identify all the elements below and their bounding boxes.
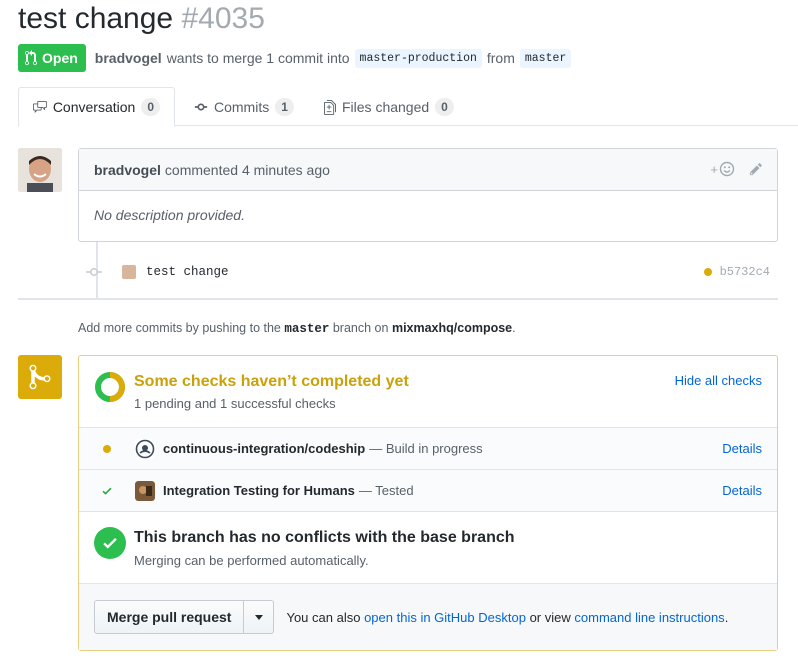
merge-button-group: Merge pull request — [94, 600, 275, 634]
push-hint-repo: mixmaxhq/compose — [391, 321, 513, 335]
tab-conversation-count: 0 — [141, 98, 160, 116]
tab-commits-label: Commits — [214, 99, 270, 115]
comment-timestamp[interactable]: commented 4 minutes ago — [165, 162, 330, 178]
commit-sha[interactable]: b5732c4 — [720, 265, 770, 279]
push-hint-prefix: Add more commits by pushing to the — [78, 321, 281, 335]
add-reaction-plus: + — [710, 161, 718, 177]
state-label: Open — [42, 50, 78, 66]
check-icon — [102, 487, 112, 495]
push-hint-middle: branch on — [332, 321, 389, 335]
comment-box: bradvogel commented 4 minutes ago + No d… — [78, 148, 778, 242]
check-status — [79, 485, 135, 497]
check-desc: — Build in progress — [369, 441, 483, 456]
pr-number: #4035 — [181, 2, 265, 35]
comment-body: No description provided. — [94, 207, 245, 223]
tab-files-changed[interactable]: Files changed 0 — [310, 87, 468, 127]
caret-down-icon — [254, 614, 263, 620]
add-reaction-button[interactable]: + — [710, 161, 735, 177]
comment-author[interactable]: bradvogel — [94, 162, 161, 178]
merge-method-dropdown-button[interactable] — [244, 600, 275, 634]
comment-discussion-icon — [33, 100, 47, 114]
pr-author-link[interactable]: bradvogel — [95, 50, 162, 66]
check-name: continuous-integration/codeship — [163, 441, 366, 456]
push-hint: Add more commits by pushing to the maste… — [78, 321, 516, 336]
tab-conversation[interactable]: Conversation 0 — [18, 87, 175, 127]
git-commit-icon — [194, 103, 208, 111]
commit-sha-wrap: b5732c4 — [703, 265, 770, 279]
check-row: Integration Testing for Humans — Tested … — [79, 470, 777, 512]
pr-title-text: test change — [18, 2, 174, 35]
checks-subtitle: 1 pending and 1 successful checks — [134, 396, 336, 411]
checks-header: Some checks haven’t completed yet 1 pend… — [79, 356, 777, 428]
head-branch[interactable]: master — [519, 48, 572, 68]
no-conflicts-check-icon — [94, 527, 126, 559]
check-status — [79, 444, 135, 453]
merge-actions: Merge pull request You can also open thi… — [79, 584, 777, 650]
pr-meta: Open bradvogel wants to merge 1 commit i… — [18, 44, 572, 72]
pending-dot-icon — [103, 444, 111, 453]
pencil-edit-icon[interactable] — [749, 162, 763, 176]
conflicts-section: This branch has no conflicts with the ba… — [79, 512, 777, 584]
commit-message[interactable]: test change — [146, 265, 229, 279]
integration-testing-avatar-icon — [135, 480, 155, 501]
open-github-desktop-link[interactable]: open this in GitHub Desktop — [364, 610, 526, 625]
pr-tabs: Conversation 0 Commits 1 Files changed 0 — [18, 87, 798, 127]
conflicts-subtitle: Merging can be performed automatically. — [134, 553, 369, 568]
checks-title: Some checks haven’t completed yet — [134, 373, 409, 390]
merge-alternatives: You can also open this in GitHub Desktop… — [286, 610, 728, 625]
also-prefix: You can also — [286, 609, 361, 625]
check-desc: — Tested — [358, 483, 414, 498]
commit-author-avatar[interactable] — [122, 265, 136, 279]
pr-title: test change #4035 — [18, 0, 265, 38]
from-text: from — [486, 50, 515, 66]
author-avatar[interactable] — [18, 148, 62, 192]
base-branch[interactable]: master-production — [354, 48, 482, 68]
conflicts-title: This branch has no conflicts with the ba… — [134, 529, 515, 546]
tab-conversation-label: Conversation — [52, 99, 136, 115]
pull-request-icon — [25, 50, 37, 66]
push-hint-suffix: . — [512, 321, 516, 335]
hide-all-checks-link[interactable]: Hide all checks — [675, 373, 762, 388]
git-merge-icon — [29, 364, 51, 390]
pending-status-dot[interactable] — [703, 268, 712, 276]
merge-box: Some checks haven’t completed yet 1 pend… — [78, 355, 778, 651]
commit-node-icon — [86, 268, 102, 276]
merge-pull-request-button[interactable]: Merge pull request — [94, 600, 245, 634]
checks-progress-ring-icon — [95, 372, 125, 402]
command-line-instructions-link[interactable]: command line instructions — [574, 610, 724, 625]
or-view-text: or view — [529, 609, 571, 625]
wants-text: wants to merge 1 commit into — [166, 50, 350, 66]
tab-commits[interactable]: Commits 1 — [180, 87, 308, 127]
timeline-divider — [18, 298, 778, 300]
merge-summary: bradvogel wants to merge 1 commit into m… — [95, 48, 572, 68]
file-diff-icon — [324, 99, 336, 115]
avatar-portrait — [18, 148, 62, 192]
check-details-link[interactable]: Details — [722, 441, 762, 456]
check-name: Integration Testing for Humans — [163, 483, 355, 498]
merge-status-icon-box — [18, 355, 62, 399]
check-details-link[interactable]: Details — [722, 483, 762, 498]
tab-commits-count: 1 — [275, 98, 294, 116]
commit-item: test change b5732c4 — [86, 262, 778, 282]
tab-files-label: Files changed — [342, 99, 430, 115]
also-suffix: . — [724, 609, 729, 625]
check-row: continuous-integration/codeship — Build … — [79, 428, 777, 470]
codeship-avatar-icon — [135, 438, 155, 459]
push-hint-branch: master — [284, 322, 330, 336]
comment-header: bradvogel commented 4 minutes ago — [79, 149, 777, 191]
smiley-icon — [719, 161, 735, 177]
comment-actions: + — [710, 161, 763, 177]
tab-files-count: 0 — [435, 98, 454, 116]
state-badge: Open — [18, 44, 86, 72]
